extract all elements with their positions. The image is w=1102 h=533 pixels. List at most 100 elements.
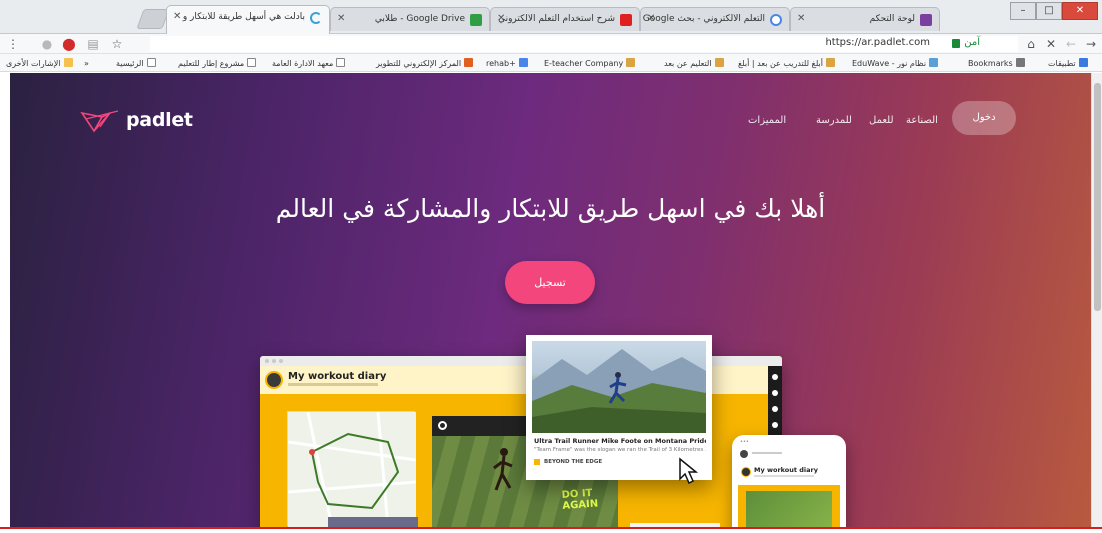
- folder-icon: [626, 58, 636, 67]
- extension-icon[interactable]: ●: [40, 37, 54, 51]
- tab-close-icon[interactable]: ✕: [337, 13, 345, 24]
- secure-label[interactable]: آمن: [964, 37, 980, 48]
- route-map-icon: [287, 411, 417, 527]
- loading-spinner-icon: [310, 12, 322, 24]
- google-icon: [770, 14, 782, 26]
- rail-button-icon: [772, 374, 778, 380]
- tab-title: لوحة التحكم: [869, 14, 915, 24]
- close-window-button[interactable]: ✕: [1062, 2, 1098, 20]
- nav-features[interactable]: المميزات: [748, 115, 786, 126]
- avatar: [740, 450, 748, 458]
- bookmarks-bar: تطبيقات Bookmarks نظام نور - EduWave أبل…: [0, 54, 1102, 72]
- tab-title: Google Drive - طلابي: [374, 14, 465, 24]
- bookmark-eteacher[interactable]: E-teacher Company: [544, 57, 636, 70]
- phone-profile-row: [738, 449, 840, 459]
- map-card: [287, 411, 417, 527]
- bookmark-bookmarks[interactable]: Bookmarks: [968, 57, 1025, 70]
- folder-icon: [714, 58, 724, 67]
- nav-industry[interactable]: الصناعة: [906, 115, 938, 126]
- mouse-pointer-icon: [679, 457, 699, 485]
- runner-silhouette-icon: [493, 448, 513, 491]
- mockup-card-bottom: [328, 517, 418, 527]
- bookmark-eduwave[interactable]: نظام نور - EduWave: [852, 57, 939, 70]
- phone-profile-line: [752, 452, 782, 454]
- stop-icon[interactable]: ✕: [1044, 37, 1058, 51]
- bookmark-label: المركز الإلكتروني للتطوير: [376, 59, 462, 68]
- hero-heading: أهلا بك في اسهل طريق للابتكار والمشاركة …: [275, 194, 826, 223]
- source-icon: [534, 459, 540, 465]
- bookmark-label: E-teacher Company: [544, 59, 624, 68]
- window-dot-icon: [279, 359, 283, 363]
- nav-school[interactable]: للمدرسة: [816, 115, 852, 126]
- avatar: [741, 467, 751, 477]
- maximize-button[interactable]: □: [1036, 2, 1062, 20]
- tab-google-search[interactable]: ✕ التعلم الالكتروني - بحث Google: [640, 7, 790, 31]
- bookmark-label: تطبيقات: [1048, 59, 1076, 68]
- phone-status-bar: •••: [740, 439, 749, 445]
- bookmark-ipa[interactable]: معهد الادارة العامة: [272, 57, 346, 70]
- extension-page-icon[interactable]: ▤: [86, 37, 100, 51]
- tab-title: بادلت هي أسهل طريقة للابتكار و: [182, 12, 305, 22]
- signup-button[interactable]: تسجيل: [505, 261, 595, 304]
- mockup-subtitle-line: [288, 383, 378, 386]
- bookmark-label: الإشارات الأخرى: [6, 59, 61, 68]
- star-icon: [1015, 58, 1025, 67]
- phone-mockup: ••• My workout diary: [732, 435, 846, 527]
- scrollbar-thumb[interactable]: [1094, 83, 1101, 311]
- folder-icon: [63, 58, 73, 67]
- bookmark-apps[interactable]: تطبيقات: [1048, 57, 1088, 70]
- address-bar[interactable]: https://ar.padlet.com آمن: [150, 36, 1018, 52]
- back-icon[interactable]: →: [1084, 37, 1098, 51]
- track-slogan: DO IT AGAIN: [561, 487, 599, 512]
- bookmark-site-icon: [464, 58, 474, 67]
- forward-icon[interactable]: ←: [1064, 37, 1078, 51]
- page-scrollbar[interactable]: [1091, 73, 1102, 527]
- new-tab-button[interactable]: [136, 9, 170, 29]
- photo-caption: Ultra Trail Runner Mike Foote on Montana…: [534, 437, 706, 445]
- bookmark-distance-learning[interactable]: التعليم عن بعد: [664, 57, 724, 70]
- nav-business[interactable]: للعمل: [869, 115, 894, 126]
- page-icon: [247, 58, 257, 67]
- tab-youtube[interactable]: ✕ شرح استخدام التعلم الالكتروني: [490, 7, 640, 31]
- photo-source: BEYOND THE EDGE: [544, 459, 603, 465]
- page-icon: [146, 58, 156, 67]
- bookmark-e-center[interactable]: المركز الإلكتروني للتطوير: [376, 57, 474, 70]
- bookmark-other[interactable]: الإشارات الأخرى: [6, 57, 73, 70]
- window-dot-icon: [272, 359, 276, 363]
- login-button[interactable]: دخول: [952, 101, 1016, 135]
- tab-title: شرح استخدام التعلم الالكتروني: [498, 14, 615, 24]
- home-icon[interactable]: ⌂: [1024, 37, 1038, 51]
- minimize-button[interactable]: –: [1010, 2, 1036, 20]
- bookmark-home[interactable]: الرئيسية: [116, 57, 156, 70]
- avatar: [265, 371, 283, 389]
- folder-icon: [825, 58, 835, 67]
- rail-button-icon: [772, 422, 778, 428]
- lock-icon: [952, 39, 960, 48]
- browser-toolbar: ⋮ ● ⬤ ▤ ☆ https://ar.padlet.com آمن ⌂ ✕ …: [0, 34, 1102, 54]
- bookmark-star-icon[interactable]: ☆: [110, 37, 124, 51]
- bookmark-ablagh[interactable]: أبلغ للتدريب عن بعد | أبلغ: [738, 57, 835, 70]
- photo-description: "Team Frame" was the slogan we ran the T…: [534, 447, 706, 453]
- adblock-icon[interactable]: ⬤: [62, 37, 76, 51]
- dashboard-icon: [920, 14, 932, 26]
- tab-dashboard[interactable]: ✕ لوحة التحكم: [790, 7, 940, 31]
- google-icon: [518, 58, 528, 67]
- tab-google-drive[interactable]: ✕ Google Drive - طلابي: [330, 7, 490, 31]
- bookmark-rehab[interactable]: +rehab: [486, 57, 528, 70]
- record-icon: [438, 421, 447, 430]
- rail-button-icon: [772, 390, 778, 396]
- eduwave-icon: [929, 58, 939, 67]
- mountain-scene-icon: [532, 349, 706, 433]
- phone-padlet-title: My workout diary: [754, 466, 818, 474]
- tab-close-icon[interactable]: ✕: [173, 11, 181, 22]
- bookmarks-overflow-icon[interactable]: »: [84, 57, 89, 70]
- bookmark-label: مشروع إطار للتعليم: [178, 59, 245, 68]
- window-dot-icon: [265, 359, 269, 363]
- bookmark-etar[interactable]: مشروع إطار للتعليم: [178, 57, 257, 70]
- url-text[interactable]: https://ar.padlet.com: [825, 37, 930, 48]
- tab-padlet[interactable]: ✕ بادلت هي أسهل طريقة للابتكار و: [166, 5, 330, 34]
- menu-icon[interactable]: ⋮: [6, 37, 20, 51]
- phone-padlet-header: My workout diary: [738, 461, 840, 485]
- tab-strip: ✕ بادلت هي أسهل طريقة للابتكار و ✕ Googl…: [0, 0, 1102, 34]
- tab-close-icon[interactable]: ✕: [797, 13, 805, 24]
